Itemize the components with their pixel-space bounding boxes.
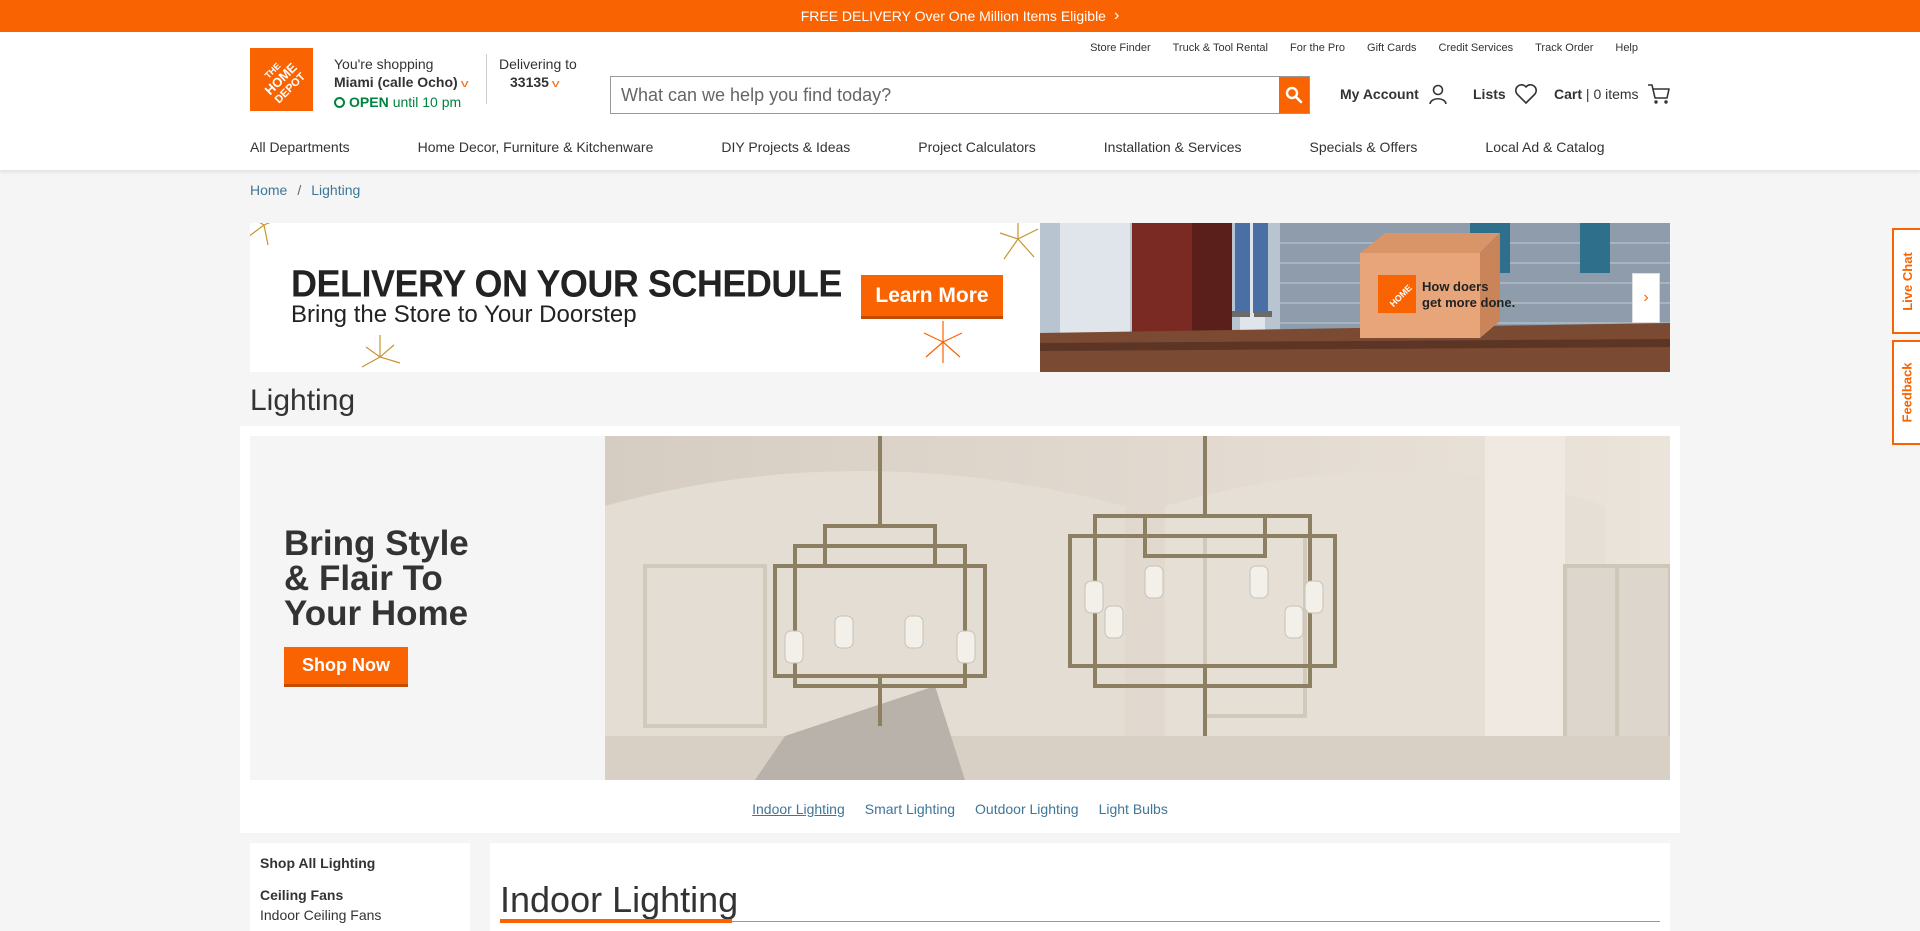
store-name: Miami (calle Ocho): [334, 74, 458, 90]
utility-links: Store Finder Truck & Tool Rental For the…: [1090, 42, 1638, 54]
chevron-down-icon: v: [551, 78, 560, 90]
store-open-label: OPEN: [349, 94, 389, 110]
nav-all-departments[interactable]: All Departments: [250, 139, 350, 155]
hero-section: Bring Style & Flair To Your Home Shop No…: [240, 426, 1680, 833]
hero-line-2: & Flair To: [284, 559, 443, 598]
live-chat-label: Live Chat: [1899, 251, 1915, 311]
util-link-truck-rental[interactable]: Truck & Tool Rental: [1173, 42, 1268, 54]
user-icon: [1429, 84, 1447, 105]
util-link-gift-cards[interactable]: Gift Cards: [1367, 42, 1417, 54]
starburst-decoration: [923, 321, 963, 363]
live-chat-tab[interactable]: Live Chat: [1892, 228, 1920, 334]
util-link-help[interactable]: Help: [1615, 42, 1638, 54]
link-light-bulbs[interactable]: Light Bulbs: [1099, 801, 1168, 817]
link-outdoor-lighting[interactable]: Outdoor Lighting: [975, 801, 1079, 817]
link-smart-lighting[interactable]: Smart Lighting: [865, 801, 955, 817]
nav-specials-offers[interactable]: Specials & Offers: [1310, 139, 1418, 155]
breadcrumb-separator: /: [297, 182, 302, 198]
chevron-right-icon: ›: [1643, 289, 1649, 306]
nav-home-decor[interactable]: Home Decor, Furniture & Kitchenware: [418, 139, 654, 155]
nav-diy-projects[interactable]: DIY Projects & Ideas: [721, 139, 850, 155]
store-hours: until 10 pm: [392, 94, 462, 110]
lists-label: Lists: [1473, 86, 1506, 102]
search-input[interactable]: [611, 77, 1279, 113]
promo-bar[interactable]: FREE DELIVERY Over One Million Items Eli…: [0, 0, 1920, 32]
box-text-1: How doers: [1422, 279, 1488, 294]
my-account-button[interactable]: My Account: [1340, 83, 1449, 105]
nav-project-calculators[interactable]: Project Calculators: [918, 139, 1036, 155]
store-label: You're shopping: [334, 56, 434, 72]
hero-headline: Bring Style & Flair To Your Home: [284, 526, 469, 631]
search-button[interactable]: [1279, 77, 1309, 113]
carousel-next-button[interactable]: ›: [1632, 273, 1660, 323]
side-nav-section[interactable]: Ceiling Fans: [260, 887, 460, 903]
starburst-decoration: [361, 335, 401, 368]
cart-button[interactable]: Cart | 0 items: [1554, 83, 1671, 105]
chevron-right-icon: ›: [1113, 7, 1120, 24]
account-label: My Account: [1340, 86, 1419, 102]
store-status: OPEN until 10 pm: [334, 93, 467, 111]
breadcrumb-home[interactable]: Home: [250, 182, 287, 198]
util-link-track-order[interactable]: Track Order: [1535, 42, 1593, 54]
heart-icon: [1514, 84, 1537, 104]
indoor-lighting-section: Indoor Lighting: [490, 843, 1670, 931]
nav-installation-services[interactable]: Installation & Services: [1104, 139, 1242, 155]
store-selector[interactable]: You're shopping Miami (calle Ocho) v OPEN…: [334, 55, 469, 111]
chevron-down-icon: v: [460, 78, 469, 90]
starburst-decoration: [999, 223, 1039, 260]
shop-now-button[interactable]: Shop Now: [284, 647, 408, 687]
feedback-tab[interactable]: Feedback: [1892, 340, 1920, 445]
delivery-promo-banner[interactable]: DELIVERY ON YOUR SCHEDULE Bring the Stor…: [250, 223, 1670, 372]
chandelier-image: [605, 436, 1670, 780]
util-link-store-finder[interactable]: Store Finder: [1090, 42, 1151, 54]
learn-more-button[interactable]: Learn More: [861, 275, 1003, 319]
util-link-credit-services[interactable]: Credit Services: [1439, 42, 1514, 54]
banner-subhead: Bring the Store to Your Doorstep: [291, 301, 637, 328]
hero-banner[interactable]: Bring Style & Flair To Your Home Shop No…: [250, 436, 1670, 780]
search-bar: [610, 76, 1310, 114]
hero-line-1: Bring Style: [284, 524, 469, 563]
porch-delivery-image: HOME How doers get more done.: [1040, 223, 1670, 372]
hero-line-3: Your Home: [284, 594, 469, 633]
search-icon: [1285, 86, 1303, 104]
side-nav-item[interactable]: Indoor Ceiling Fans: [260, 907, 460, 923]
breadcrumb: Home / Lighting: [250, 182, 360, 198]
side-navigation: Shop All Lighting Ceiling Fans Indoor Ce…: [250, 843, 470, 931]
page-title: Lighting: [250, 384, 356, 417]
section-title-underline: [500, 919, 732, 923]
box-text-2: get more done.: [1422, 295, 1515, 310]
feedback-label: Feedback: [1899, 362, 1915, 423]
promo-text: FREE DELIVERY Over One Million Items Eli…: [800, 8, 1106, 24]
cart-separator: |: [1585, 86, 1590, 102]
open-status-icon: [334, 96, 345, 108]
lists-button[interactable]: Lists: [1473, 83, 1538, 105]
cart-icon: [1647, 84, 1670, 104]
delivery-zip: 33135: [510, 74, 549, 90]
section-title: Indoor Lighting: [500, 879, 739, 920]
hero-category-links: Indoor Lighting Smart Lighting Outdoor L…: [240, 801, 1680, 817]
cart-label: Cart: [1554, 86, 1583, 102]
breadcrumb-current[interactable]: Lighting: [311, 182, 360, 198]
banner-headline: DELIVERY ON YOUR SCHEDULE: [291, 261, 842, 305]
starburst-decoration: [250, 223, 271, 246]
site-header: Store Finder Truck & Tool Rental For the…: [0, 32, 1920, 171]
delivery-label: Delivering to: [499, 56, 577, 72]
main-nav: All Departments Home Decor, Furniture & …: [250, 139, 1673, 155]
delivery-zip-selector[interactable]: Delivering to 33135 v: [499, 55, 577, 93]
nav-local-ad[interactable]: Local Ad & Catalog: [1485, 139, 1604, 155]
util-link-for-the-pro[interactable]: For the Pro: [1290, 42, 1345, 54]
link-indoor-lighting[interactable]: Indoor Lighting: [752, 801, 845, 817]
side-nav-heading[interactable]: Shop All Lighting: [260, 855, 460, 871]
divider: [486, 54, 487, 104]
home-depot-logo[interactable]: THE HOME DEPOT: [250, 48, 313, 111]
cart-count: 0 items: [1593, 86, 1639, 102]
